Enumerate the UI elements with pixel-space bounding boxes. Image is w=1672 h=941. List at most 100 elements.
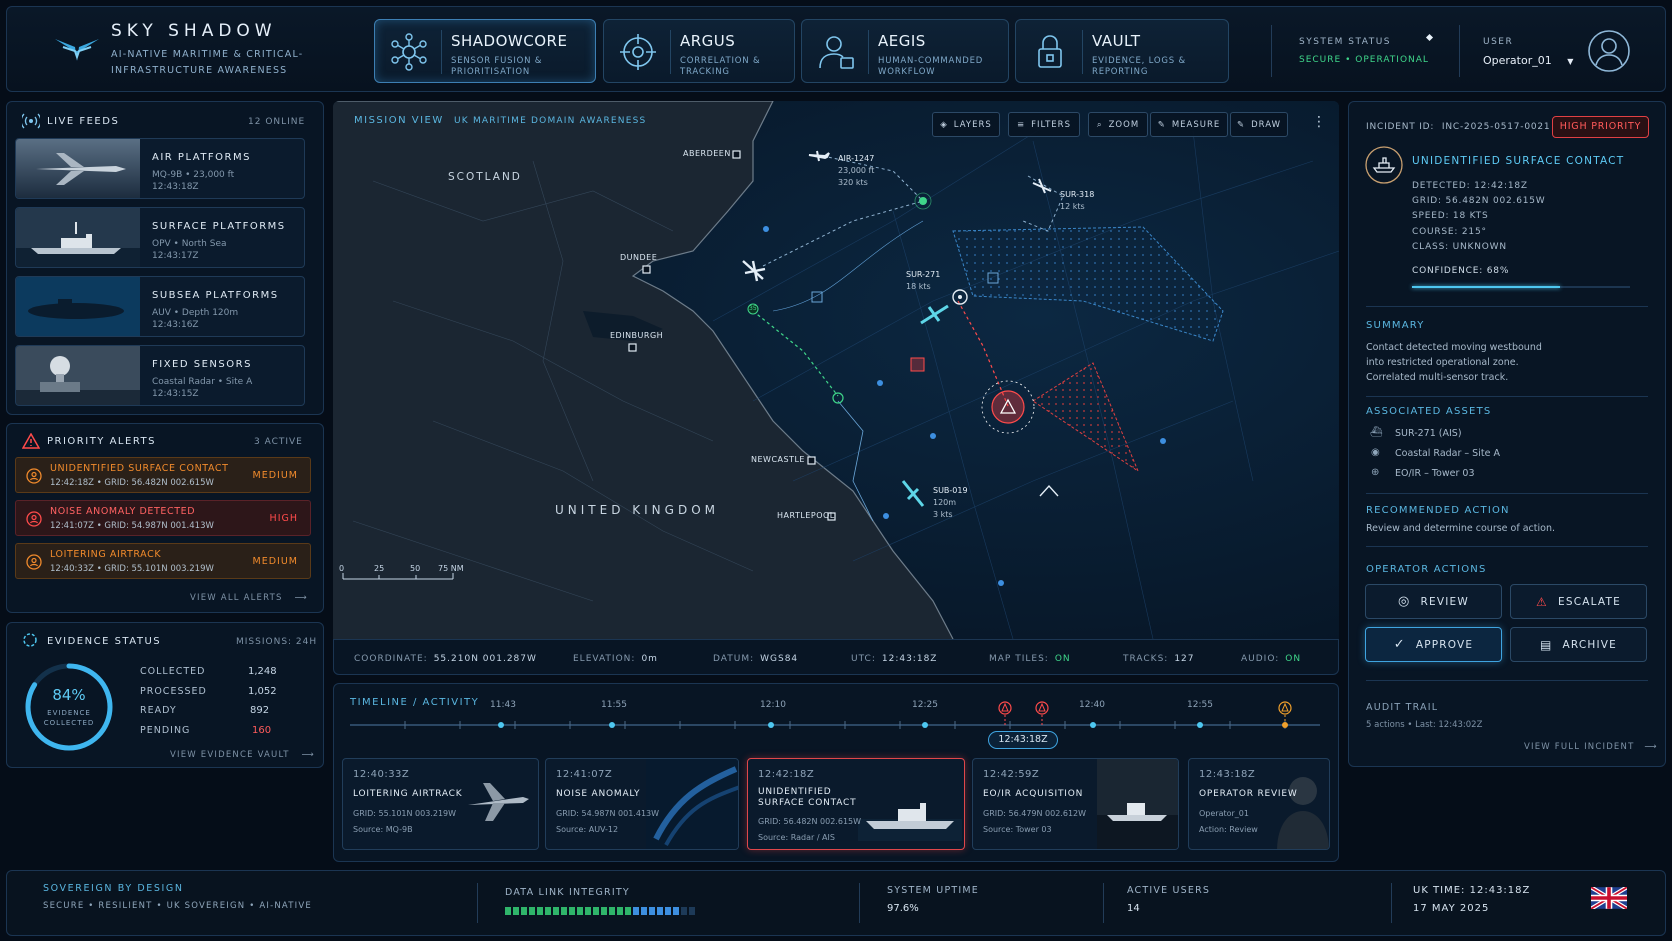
layers-button[interactable]: ◈ LAYERS — [932, 112, 1000, 137]
feed-title: SURFACE PLATFORMS — [152, 221, 286, 232]
alert-unidentified-surface-contact[interactable]: UNIDENTIFIED SURFACE CONTACT 12:42:18Z •… — [15, 457, 311, 493]
status-secure: SECURE — [1299, 55, 1342, 65]
map-tiles-toggle[interactable]: MAP TILES: ON — [989, 654, 1071, 664]
tab-shadowcore-title: SHADOWCORE — [451, 32, 568, 50]
brand-subtitle: AI-NATIVE MARITIME & CRITICAL-INFRASTRUC… — [111, 49, 304, 76]
event-card-eoir-acquisition[interactable]: 12:42:59Z EO/IR ACQUISITION GRID: 56.479… — [972, 758, 1179, 850]
timeline-current-time[interactable]: 12:43:18Z — [988, 731, 1058, 749]
coordinate-readout: COORDINATE: 55.210N 001.287W — [354, 654, 537, 664]
event-card-loitering-airtrack[interactable]: 12:40:33Z LOITERING AIRTRACK GRID: 55.10… — [342, 758, 539, 850]
ruler-icon: ✎ — [1157, 119, 1166, 130]
link-segment — [513, 907, 519, 915]
track-label-sur-271[interactable]: SUR-271 18 kts — [906, 269, 940, 293]
incident-id: INCIDENT ID: INC-2025-0517-0021 — [1366, 122, 1551, 132]
assets-title: ASSOCIATED ASSETS — [1366, 406, 1492, 417]
track-label-air-1247[interactable]: AIR-1247 23,000 ft 320 kts — [838, 153, 874, 189]
link-segment — [529, 907, 535, 915]
event-name: LOITERING AIRTRACK — [353, 789, 463, 799]
approve-button[interactable]: ✓ APPROVE — [1365, 627, 1502, 662]
archive-button[interactable]: ▤ ARCHIVE — [1510, 627, 1647, 662]
incident-class: CLASS: UNKNOWN — [1412, 242, 1507, 252]
track-label-sur-318[interactable]: SUR-318 12 kts — [1060, 189, 1094, 213]
mission-map[interactable]: ABERDEEN DUNDEE EDINBURGH NEWCASTLE HART… — [333, 101, 1339, 639]
view-full-incident-link[interactable]: VIEW FULL INCIDENT ⟶ — [1524, 742, 1658, 752]
confidence-bar — [1412, 286, 1630, 288]
feed-title: SUBSEA PLATFORMS — [152, 290, 279, 301]
mission-view-subtitle: UK MARITIME DOMAIN AWARENESS — [454, 116, 647, 126]
zoom-button[interactable]: ⌕ ZOOM — [1088, 112, 1148, 137]
uk-flag-icon — [1591, 887, 1627, 909]
event-time: 12:41:07Z — [556, 769, 613, 780]
feed-fixed-sensors[interactable]: FIXED SENSORS Coastal Radar • Site A 12:4… — [15, 345, 305, 406]
eoir-thumbnail — [1097, 759, 1178, 849]
operator-thumbnail — [1277, 777, 1329, 849]
alert-priority: HIGH — [269, 513, 298, 524]
filter-icon: ≡ — [1017, 119, 1026, 130]
view-all-alerts-link[interactable]: VIEW ALL ALERTS ⟶ — [190, 593, 308, 603]
event-name: UNIDENTIFIED SURFACE CONTACT — [758, 787, 857, 808]
track-label-sub-019[interactable]: SUB-019 120m 3 kts — [933, 485, 968, 521]
stat-value-collected: 1,248 — [248, 666, 277, 677]
tab-argus[interactable]: ARGUS CORRELATION & TRACKING — [603, 19, 795, 83]
alert-priority: MEDIUM — [252, 470, 298, 481]
timeline-track[interactable] — [345, 700, 1325, 736]
user-dropdown[interactable]: Operator_01 ▼ — [1483, 54, 1573, 67]
city-edinburgh: EDINBURGH — [610, 331, 664, 340]
link-segment — [577, 907, 583, 915]
alert-loitering-airtrack[interactable]: LOITERING AIRTRACK 12:40:33Z • GRID: 55.… — [15, 543, 311, 579]
scale-50: 50 — [410, 564, 421, 573]
escalate-button[interactable]: ⚠ ESCALATE — [1510, 584, 1647, 619]
ship-icon: ⛴ — [1370, 427, 1383, 438]
tab-shadowcore-subtitle: SENSOR FUSION & PRIORITISATION — [451, 56, 543, 77]
event-source: Action: Review — [1199, 825, 1258, 834]
datum-readout: DATUM: WGS84 — [713, 654, 799, 664]
avatar-icon[interactable] — [1587, 29, 1631, 73]
tab-shadowcore[interactable]: SHADOWCORE SENSOR FUSION & PRIORITISATIO… — [374, 19, 596, 83]
event-card-unidentified-surface-contact[interactable]: 12:42:18Z UNIDENTIFIED SURFACE CONTACT G… — [747, 758, 965, 850]
asset-item[interactable]: EO/IR – Tower 03 — [1395, 468, 1475, 479]
layers-icon: ◈ — [940, 119, 948, 130]
tab-aegis[interactable]: AEGIS HUMAN-COMMANDED WORKFLOW — [801, 19, 1009, 83]
feed-subsea-platforms[interactable]: SUBSEA PLATFORMS AUV • Depth 120m 12:43:1… — [15, 276, 305, 337]
link-segment — [569, 907, 575, 915]
link-segment — [689, 907, 695, 915]
feed-air-platforms[interactable]: AIR PLATFORMS MQ-9B • 23,000 ft 12:43:18Z — [15, 138, 305, 199]
tab-argus-subtitle: CORRELATION & TRACKING — [680, 56, 761, 77]
event-card-noise-anomaly[interactable]: 12:41:07Z NOISE ANOMALY GRID: 54.987N 00… — [545, 758, 739, 850]
event-card-operator-review[interactable]: 12:43:18Z OPERATOR REVIEW Operator_01 Ac… — [1188, 758, 1330, 850]
filters-button[interactable]: ≡ FILTERS — [1008, 112, 1080, 137]
link-segment — [537, 907, 543, 915]
more-options-icon[interactable]: ⋮ — [1312, 114, 1326, 130]
summary-text: Contact detected moving westbound into re… — [1366, 342, 1542, 383]
priority-alerts-title: PRIORITY ALERTS — [47, 436, 156, 447]
asset-item[interactable]: SUR-271 (AIS) — [1395, 428, 1462, 439]
arrow-right-icon: ⟶ — [301, 750, 315, 760]
event-grid: GRID: 54.987N 001.413W — [556, 809, 660, 818]
recommended-action-title: RECOMMENDED ACTION — [1366, 505, 1510, 516]
tab-aegis-subtitle: HUMAN-COMMANDED WORKFLOW — [878, 56, 984, 77]
recommended-action-text: Review and determine course of action. — [1366, 523, 1555, 534]
stat-label-ready: READY — [140, 705, 177, 716]
view-evidence-vault-link[interactable]: VIEW EVIDENCE VAULT ⟶ — [170, 750, 315, 760]
user-name: Operator_01 — [1483, 54, 1552, 67]
draw-button[interactable]: ✎ DRAW — [1230, 112, 1288, 137]
arrow-right-icon: ⟶ — [1644, 742, 1658, 752]
audio-toggle[interactable]: AUDIO: ON — [1241, 654, 1301, 664]
asset-item[interactable]: Coastal Radar – Site A — [1395, 448, 1500, 459]
feed-surface-platforms[interactable]: SURFACE PLATFORMS OPV • North Sea 12:43:1… — [15, 207, 305, 268]
measure-button[interactable]: ✎ MEASURE — [1150, 112, 1228, 137]
link-segment — [593, 907, 599, 915]
alert-noise-anomaly[interactable]: NOISE ANOMALY DETECTED 12:41:07Z • GRID:… — [15, 500, 311, 536]
stat-value-ready: 892 — [250, 705, 270, 716]
city-newcastle: NEWCASTLE — [751, 455, 805, 464]
map-status-bar: COORDINATE: 55.210N 001.287W ELEVATION: 0m… — [333, 639, 1339, 675]
evidence-percent: 84% — [52, 686, 86, 704]
region-scotland: SCOTLAND — [448, 171, 522, 183]
link-segment — [585, 907, 591, 915]
event-grid: GRID: 55.101N 003.219W — [353, 809, 457, 818]
air-platform-thumbnail — [16, 139, 140, 198]
scale-25: 25 — [374, 564, 385, 573]
review-button[interactable]: ◎ REVIEW — [1365, 584, 1502, 619]
tab-vault[interactable]: VAULT EVIDENCE, LOGS & REPORTING — [1015, 19, 1229, 83]
incident-confidence: CONFIDENCE: 68% — [1412, 266, 1510, 276]
